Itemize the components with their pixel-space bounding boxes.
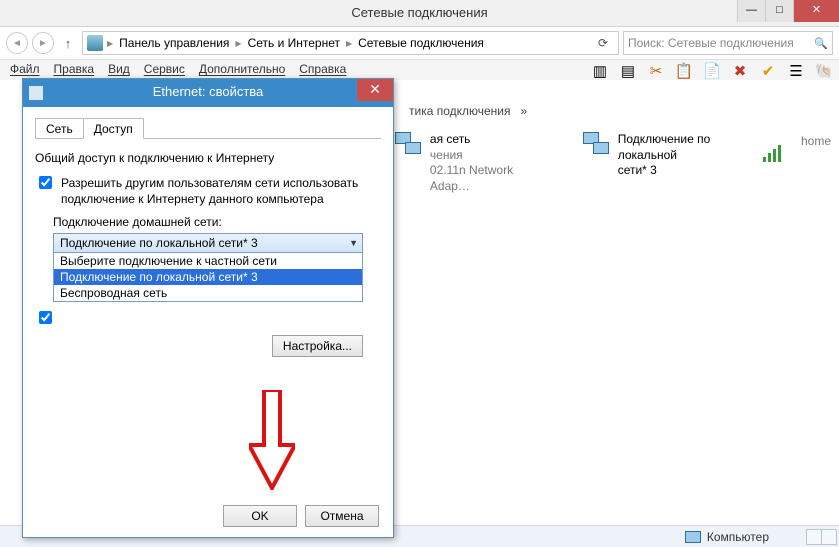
- dialog-titlebar[interactable]: Ethernet: свойства ✕: [23, 79, 393, 107]
- second-checkbox[interactable]: [39, 311, 52, 324]
- menu-service[interactable]: Сервис: [144, 62, 185, 78]
- section-heading: Общий доступ к подключению к Интернету: [35, 151, 381, 165]
- cancel-button[interactable]: Отмена: [305, 505, 379, 527]
- forward-button[interactable]: ►: [32, 32, 54, 54]
- network-icon: [395, 132, 422, 162]
- window-controls: — □ ✕: [737, 0, 839, 22]
- home-network-combobox[interactable]: Подключение по локальной сети* 3 ▼: [53, 233, 363, 253]
- up-button[interactable]: ↑: [58, 33, 78, 53]
- minimize-button[interactable]: —: [737, 0, 765, 22]
- menu-edit[interactable]: Правка: [54, 62, 95, 78]
- allow-sharing-checkbox[interactable]: [39, 176, 52, 189]
- list-icon[interactable]: ☰: [787, 62, 805, 80]
- view-toggle[interactable]: [807, 529, 837, 545]
- menu-help[interactable]: Справка: [299, 62, 346, 78]
- back-button[interactable]: ◄: [6, 32, 28, 54]
- connection-label: Подключение по локальной сети* 3: [618, 132, 757, 194]
- main-titlebar: Сетевые подключения — □ ✕: [0, 0, 839, 27]
- tab-network[interactable]: Сеть: [35, 118, 84, 139]
- toolbar-fragment: тика подключения »: [395, 100, 831, 132]
- breadcrumb[interactable]: ▶ Панель управления ▶ Сеть и Интернет ▶ …: [82, 31, 619, 55]
- maximize-button[interactable]: □: [765, 0, 793, 22]
- check-icon[interactable]: ✔: [759, 62, 777, 80]
- delete-icon[interactable]: ✖: [731, 62, 749, 80]
- cut-icon[interactable]: ✂: [647, 62, 665, 80]
- chevron-right-icon: ▶: [346, 39, 352, 48]
- search-placeholder: Поиск: Сетевые подключения: [628, 36, 794, 50]
- breadcrumb-item[interactable]: Сеть и Интернет: [246, 36, 342, 50]
- combobox-value: Подключение по локальной сети* 3: [60, 236, 258, 250]
- second-checkbox-row[interactable]: [35, 308, 381, 327]
- ok-button[interactable]: OK: [223, 505, 297, 527]
- tab-strip: Сеть Доступ: [35, 117, 381, 139]
- dialog-body: Сеть Доступ Общий доступ к подключению к…: [23, 107, 393, 537]
- main-window-title: Сетевые подключения: [351, 5, 487, 20]
- chevron-right-icon: »: [521, 104, 528, 118]
- connection-sub-label: home: [801, 134, 831, 194]
- copy-icon[interactable]: 📋: [675, 62, 693, 80]
- configure-button[interactable]: Настройка...: [272, 335, 363, 357]
- dialog-close-button[interactable]: ✕: [357, 79, 393, 101]
- control-panel-icon: [87, 35, 103, 51]
- combobox-option[interactable]: Выберите подключение к частной сети: [54, 253, 362, 269]
- signal-icon: [763, 134, 793, 164]
- connection-item-sub: home: [763, 134, 831, 194]
- computer-icon: [685, 531, 701, 543]
- chevron-right-icon: ▶: [107, 39, 113, 48]
- view-icon[interactable]: ▤: [619, 62, 637, 80]
- home-network-label: Подключение домашней сети:: [53, 215, 381, 229]
- shell-icon[interactable]: 🐚: [815, 62, 833, 80]
- status-computer[interactable]: Компьютер: [685, 530, 769, 544]
- allow-sharing-label: Разрешить другим пользователям сети испо…: [61, 175, 381, 207]
- dialog-footer: OK Отмена: [223, 505, 379, 527]
- search-input[interactable]: Поиск: Сетевые подключения 🔍: [623, 31, 833, 55]
- connection-item[interactable]: Подключение по локальной сети* 3: [583, 132, 757, 194]
- menu-file[interactable]: Файл: [10, 62, 40, 78]
- properties-dialog: Ethernet: свойства ✕ Сеть Доступ Общий д…: [22, 78, 394, 538]
- navbar: ◄ ► ↑ ▶ Панель управления ▶ Сеть и Интер…: [0, 27, 839, 60]
- refresh-icon[interactable]: ⟳: [592, 36, 614, 50]
- combobox-option[interactable]: Подключение по локальной сети* 3: [54, 269, 362, 285]
- menu-more[interactable]: Дополнительно: [199, 62, 285, 78]
- connection-label: ая сеть чения 02.11n Network Adap…: [430, 132, 543, 194]
- dialog-sysmenu-icon[interactable]: [29, 86, 43, 100]
- paste-icon[interactable]: 📄: [703, 62, 721, 80]
- content-area: тика подключения » ая сеть чения 02.11n …: [395, 100, 831, 194]
- command-bar: ▥ ▤ ✂ 📋 📄 ✖ ✔ ☰ 🐚: [591, 60, 833, 82]
- combobox-dropdown: Выберите подключение к частной сети Подк…: [53, 253, 363, 302]
- breadcrumb-item[interactable]: Панель управления: [117, 36, 231, 50]
- breadcrumb-item[interactable]: Сетевые подключения: [356, 36, 486, 50]
- search-icon[interactable]: 🔍: [814, 37, 828, 50]
- chevron-down-icon: ▼: [349, 238, 358, 248]
- organize-icon[interactable]: ▥: [591, 62, 609, 80]
- chevron-right-icon: ▶: [235, 39, 241, 48]
- menu-view[interactable]: Вид: [108, 62, 130, 78]
- combobox-option[interactable]: Беспроводная сеть: [54, 285, 362, 301]
- network-icon: [583, 132, 610, 162]
- dialog-title: Ethernet: свойства: [153, 84, 264, 99]
- tab-access[interactable]: Доступ: [83, 118, 144, 139]
- allow-sharing-row[interactable]: Разрешить другим пользователям сети испо…: [35, 175, 381, 207]
- close-button[interactable]: ✕: [793, 0, 839, 22]
- connection-item[interactable]: ая сеть чения 02.11n Network Adap…: [395, 132, 543, 194]
